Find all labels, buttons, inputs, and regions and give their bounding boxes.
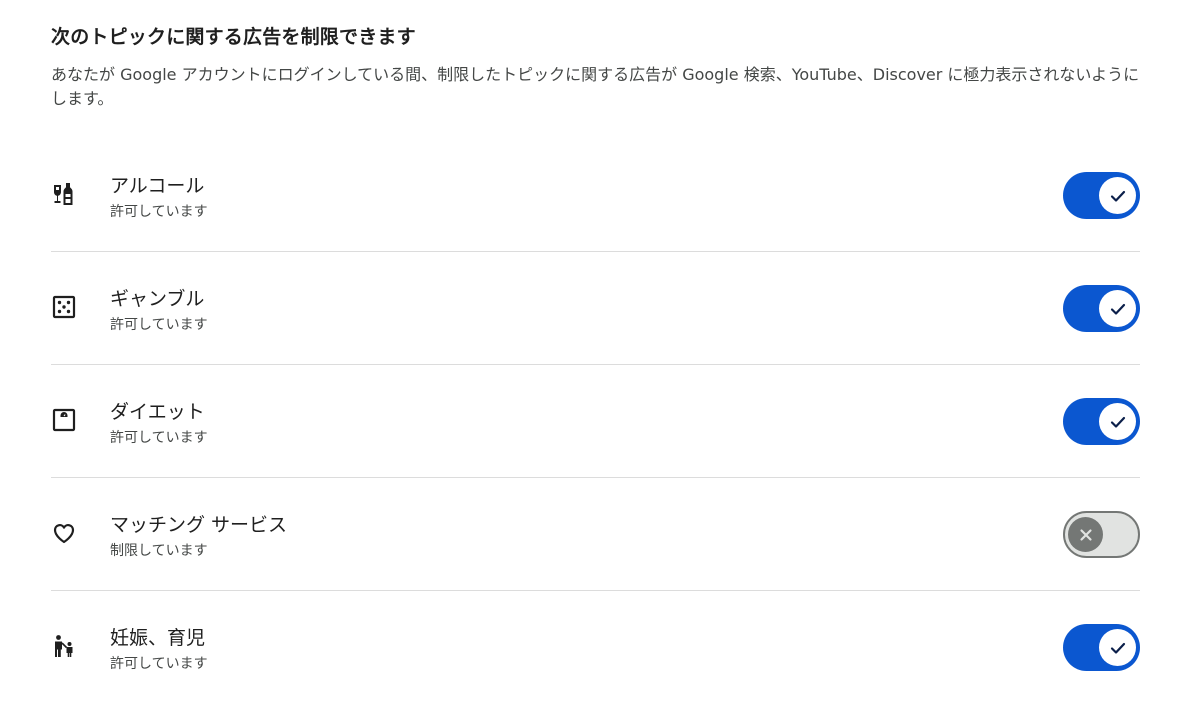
topic-label: ダイエット: [110, 401, 205, 423]
topic-list: アルコール 許可しています ギャンブル 許可しています ダイエット 許可していま…: [51, 139, 1140, 704]
topic-status: 許可しています: [110, 204, 208, 220]
check-icon: [1099, 403, 1136, 440]
topic-row-diet: ダイエット 許可しています: [51, 365, 1140, 478]
topic-row-dating: マッチング サービス 制限しています: [51, 478, 1140, 591]
dating-toggle[interactable]: [1063, 511, 1140, 558]
topic-label: 妊娠、育児: [110, 627, 206, 649]
gambling-toggle[interactable]: [1063, 285, 1140, 332]
alcohol-icon: [51, 181, 77, 207]
parenting-toggle[interactable]: [1063, 624, 1140, 671]
topic-status: 許可しています: [110, 656, 208, 672]
topic-label: アルコール: [110, 175, 205, 197]
topic-row-alcohol: アルコール 許可しています: [51, 139, 1140, 252]
topic-status: 許可しています: [110, 317, 208, 333]
alcohol-toggle[interactable]: [1063, 172, 1140, 219]
topic-status: 許可しています: [110, 430, 208, 446]
topic-label: ギャンブル: [110, 288, 205, 310]
dice-icon: [51, 294, 77, 320]
scale-icon: [51, 407, 77, 433]
family-icon: [51, 633, 77, 659]
topic-label: マッチング サービス: [110, 514, 288, 536]
diet-toggle[interactable]: [1063, 398, 1140, 445]
check-icon: [1099, 290, 1136, 327]
page-description: あなたが Google アカウントにログインしている間、制限したトピックに関する…: [51, 65, 1140, 108]
page-title: 次のトピックに関する広告を制限できます: [51, 26, 416, 48]
close-icon: [1068, 517, 1103, 552]
topic-row-parenting: 妊娠、育児 許可しています: [51, 591, 1140, 704]
topic-row-gambling: ギャンブル 許可しています: [51, 252, 1140, 365]
check-icon: [1099, 177, 1136, 214]
topic-status: 制限しています: [110, 543, 208, 559]
check-icon: [1099, 629, 1136, 666]
heart-icon: [51, 520, 77, 546]
